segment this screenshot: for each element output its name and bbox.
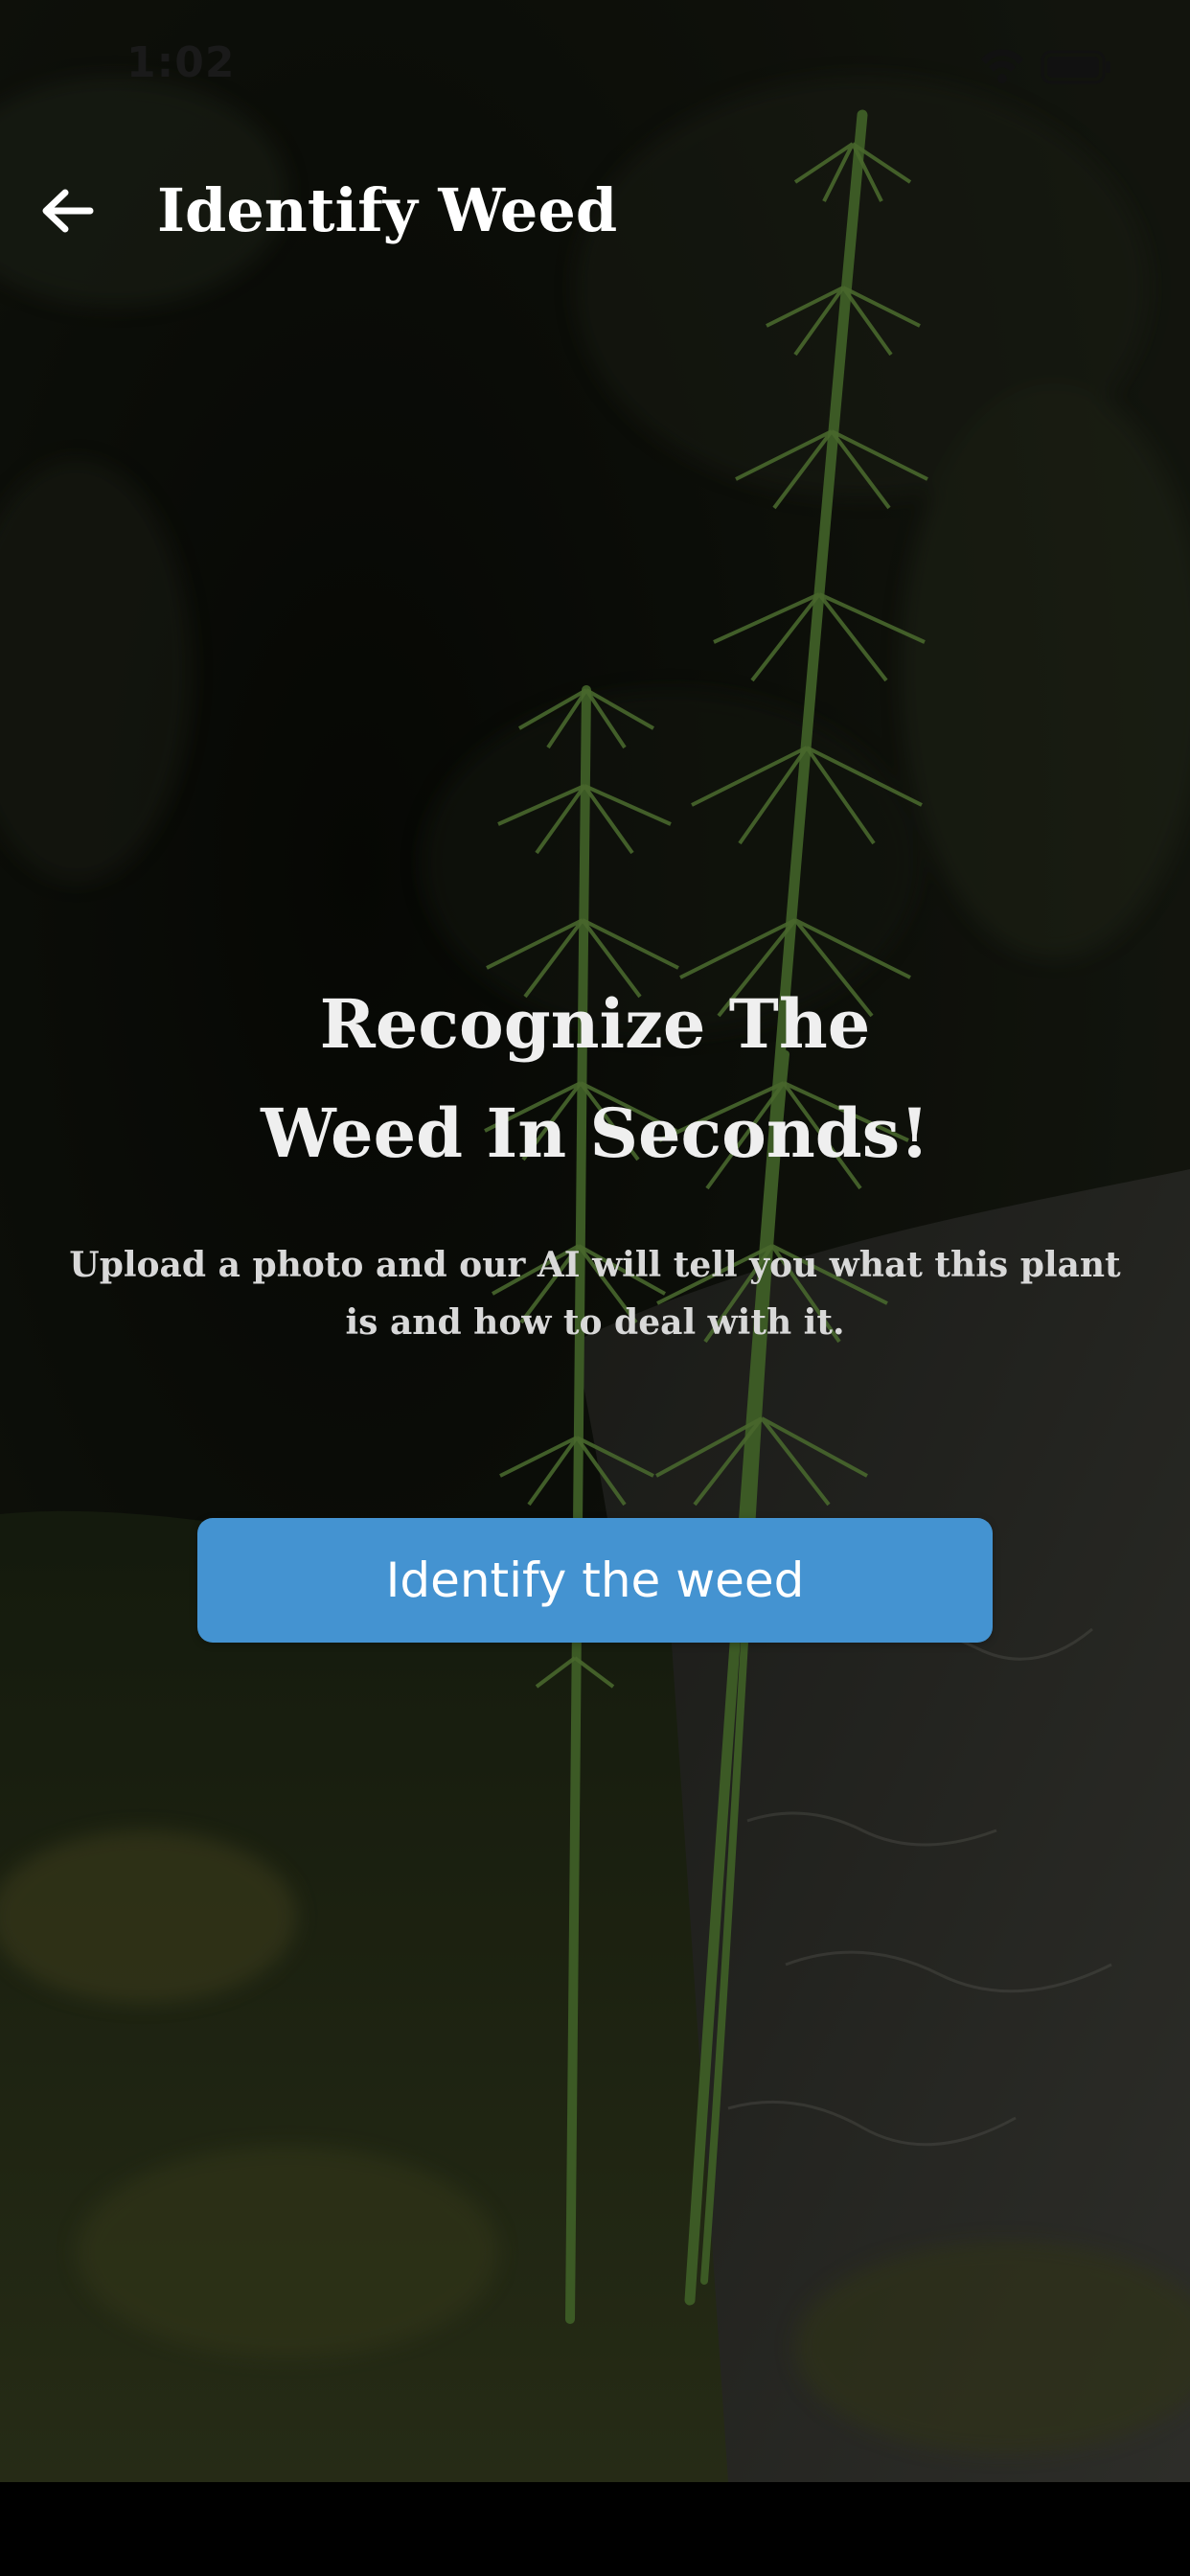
- wifi-icon: [981, 49, 1023, 83]
- page-title: Identify Weed: [157, 175, 618, 245]
- hero-heading-line: Weed In Seconds!: [261, 1093, 929, 1173]
- back-button[interactable]: [29, 172, 105, 249]
- hero-heading: Recognize The Weed In Seconds!: [116, 970, 1074, 1188]
- arrow-left-icon: [42, 189, 94, 233]
- status-time: 1:02: [126, 38, 236, 87]
- hero-subtitle: Upload a photo and our AI will tell you …: [57, 1236, 1133, 1351]
- status-icons: [979, 46, 1113, 88]
- hero-subtitle-line: is and how to deal with it.: [345, 1302, 845, 1343]
- home-indicator-area: [0, 2482, 1190, 2576]
- hero-subtitle-line: Upload a photo and our AI will tell you …: [69, 1245, 1121, 1285]
- battery-icon: [1041, 50, 1110, 84]
- screen: 1:02 Identify Weed Recognize The Weed In…: [0, 0, 1190, 2576]
- hero-heading-line: Recognize The: [319, 984, 871, 1064]
- identify-weed-button[interactable]: Identify the weed: [197, 1518, 993, 1643]
